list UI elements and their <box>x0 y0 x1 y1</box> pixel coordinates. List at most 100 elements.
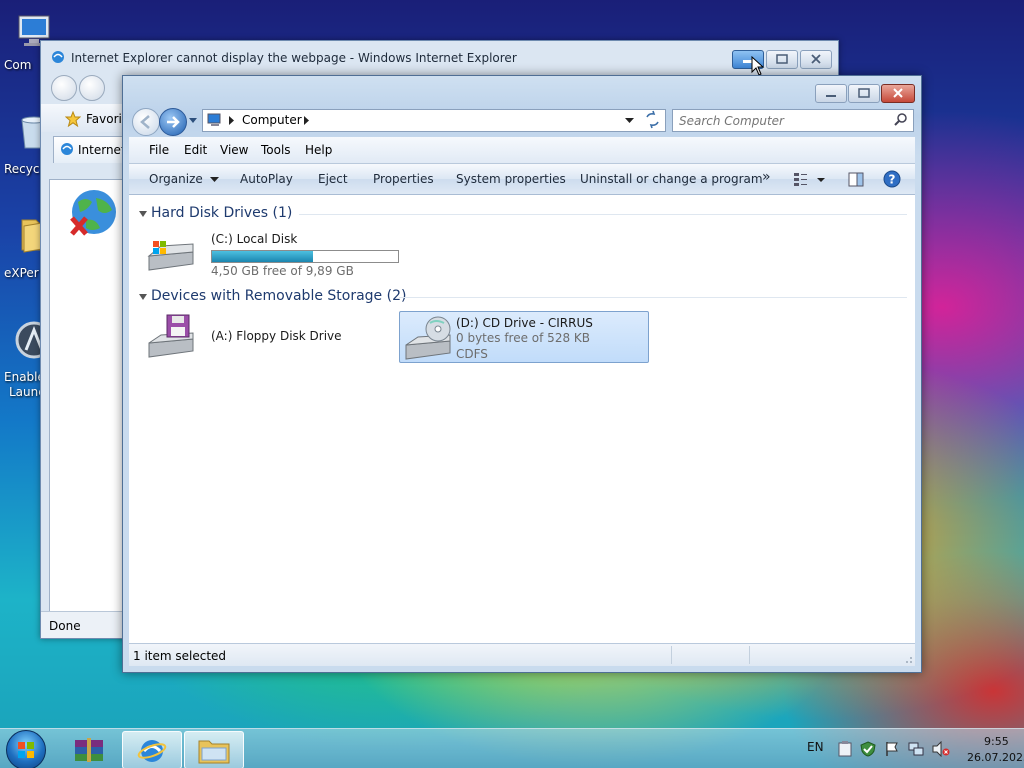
drive-c-usage-bar <box>211 250 399 263</box>
ie-tab-label: Internet <box>78 143 126 157</box>
group-divider <box>299 214 907 215</box>
ie-forward-button[interactable] <box>79 75 105 101</box>
drive-item-d[interactable]: (D:) CD Drive - CIRRUS 0 bytes free of 5… <box>399 311 649 363</box>
search-box[interactable] <box>672 109 914 132</box>
action-center-flag-icon[interactable] <box>884 741 900 757</box>
taskbar-winrar[interactable] <box>60 731 118 767</box>
group-header-hard-disk-drives[interactable]: Hard Disk Drives (1) <box>151 205 292 221</box>
refresh-button[interactable] <box>641 109 664 130</box>
drive-c-name: (C:) Local Disk <box>211 232 298 246</box>
globe-error-icon <box>70 190 116 236</box>
taskbar-internet-explorer[interactable] <box>122 731 182 768</box>
internet-explorer-icon <box>137 740 167 762</box>
resize-grip-icon[interactable] <box>903 654 913 664</box>
ie-maximize-button[interactable] <box>766 50 798 69</box>
command-bar: Organize AutoPlay Eject Properties Syste… <box>129 164 915 195</box>
uninstall-program-button[interactable]: Uninstall or change a program <box>580 172 763 186</box>
explorer-close-button[interactable] <box>881 84 915 103</box>
star-icon <box>65 111 81 127</box>
eject-button[interactable]: Eject <box>318 172 348 186</box>
back-arrow-icon <box>140 115 150 129</box>
collapse-triangle-icon[interactable] <box>139 294 147 300</box>
svg-text:?: ? <box>889 173 896 187</box>
drive-d-name: (D:) CD Drive - CIRRUS <box>456 316 593 330</box>
menu-help[interactable]: Help <box>305 143 332 157</box>
preview-pane-icon[interactable] <box>848 172 864 187</box>
group-divider <box>399 297 907 298</box>
collapse-triangle-icon[interactable] <box>139 211 147 217</box>
security-shield-icon[interactable] <box>860 741 876 757</box>
ie-status-text: Done <box>49 619 81 633</box>
clipboard-icon[interactable] <box>838 741 852 757</box>
clock-time[interactable]: 9:55 <box>984 735 1009 748</box>
menu-file[interactable]: File <box>149 143 169 157</box>
back-button[interactable] <box>132 108 160 136</box>
mouse-cursor-icon <box>751 56 765 76</box>
ie-tab[interactable]: Internet <box>53 136 126 163</box>
taskbar: EN 9:55 26.07.2023 <box>0 728 1024 768</box>
ie-back-button[interactable] <box>51 75 77 101</box>
file-list-area[interactable]: Hard Disk Drives (1) (C:) Local Disk 4,5… <box>129 195 915 644</box>
breadcrumb-arrow-icon[interactable] <box>304 116 310 125</box>
maximize-icon <box>776 54 788 64</box>
drive-item-c[interactable]: (C:) Local Disk 4,50 GB free of 9,89 GB <box>139 228 409 278</box>
group-header-removable-storage[interactable]: Devices with Removable Storage (2) <box>151 288 406 304</box>
chevron-down-icon <box>209 177 219 182</box>
network-icon[interactable] <box>908 741 924 757</box>
taskbar-explorer[interactable] <box>184 731 244 768</box>
address-bar[interactable]: Computer <box>202 109 666 132</box>
desktop: Com Recyc eXPer Enable Launc Internet Ex… <box>0 0 1024 768</box>
windows-logo-icon <box>18 742 34 758</box>
address-text[interactable]: Computer <box>242 113 302 127</box>
drive-item-a[interactable]: (A:) Floppy Disk Drive <box>139 311 389 361</box>
help-icon[interactable]: ? <box>883 170 901 188</box>
explorer-status-bar: 1 item selected <box>129 643 915 666</box>
refresh-icon <box>646 110 659 129</box>
status-divider <box>749 646 750 664</box>
desktop-icon-label: Recyc <box>4 162 40 176</box>
drive-a-name: (A:) Floppy Disk Drive <box>211 329 342 343</box>
explorer-window[interactable]: Computer File Edit View Tools Help <box>122 75 922 673</box>
ie-close-button[interactable] <box>800 50 832 69</box>
organize-button[interactable]: Organize <box>149 172 219 186</box>
menu-view[interactable]: View <box>220 143 248 157</box>
folder-icon <box>198 740 230 764</box>
properties-button[interactable]: Properties <box>373 172 434 186</box>
explorer-navigation-bar: Computer <box>131 107 915 136</box>
search-input[interactable] <box>677 112 881 129</box>
close-icon <box>811 54 821 64</box>
floppy-drive-icon <box>148 314 194 358</box>
recent-pages-chevron-icon[interactable] <box>188 117 198 125</box>
ie-title-bar[interactable]: Internet Explorer cannot display the web… <box>51 48 718 68</box>
drive-d-filesystem: CDFS <box>456 347 488 361</box>
breadcrumb-arrow-icon[interactable] <box>229 116 235 125</box>
autoplay-button[interactable]: AutoPlay <box>240 172 293 186</box>
desktop-icon-label: Com <box>4 58 32 72</box>
ie-favorites-label[interactable]: Favorit <box>86 112 127 126</box>
ie-icon <box>61 143 73 155</box>
forward-arrow-icon <box>167 116 180 128</box>
menu-tools[interactable]: Tools <box>261 143 291 157</box>
explorer-maximize-button[interactable] <box>848 84 880 103</box>
menu-bar: File Edit View Tools Help <box>129 137 915 164</box>
explorer-title-bar[interactable] <box>123 76 921 106</box>
chevron-down-icon[interactable] <box>625 118 634 124</box>
explorer-status-text: 1 item selected <box>133 649 227 663</box>
menu-edit[interactable]: Edit <box>184 143 207 157</box>
language-indicator[interactable]: EN <box>807 740 824 754</box>
start-button[interactable] <box>6 730 46 768</box>
system-properties-button[interactable]: System properties <box>456 172 566 186</box>
volume-muted-icon[interactable] <box>932 741 950 757</box>
desktop-icon-label: Enable <box>4 370 45 384</box>
notification-area: EN 9:55 26.07.2023 <box>774 729 1024 768</box>
clock-date[interactable]: 26.07.2023 <box>967 751 1024 764</box>
view-options-icon[interactable] <box>793 172 827 188</box>
drive-c-free-space: 4,50 GB free of 9,89 GB <box>211 264 354 278</box>
explorer-minimize-button[interactable] <box>815 84 847 103</box>
forward-button[interactable] <box>159 108 187 136</box>
winrar-icon <box>75 738 103 762</box>
search-icon[interactable] <box>894 113 908 127</box>
more-commands-button[interactable]: » <box>762 169 771 185</box>
maximize-icon <box>858 88 870 98</box>
desktop-icon-label: eXPer <box>4 266 39 280</box>
